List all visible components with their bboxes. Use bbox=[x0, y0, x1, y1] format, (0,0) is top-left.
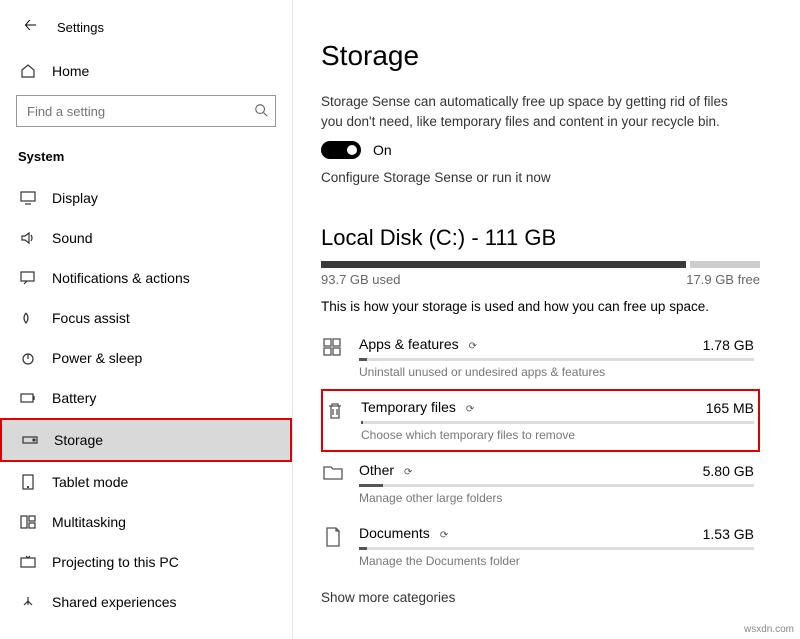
nav-label: Power & sleep bbox=[52, 350, 142, 366]
sidebar-item-focus-assist[interactable]: Focus assist bbox=[0, 298, 292, 338]
multitasking-icon bbox=[20, 515, 36, 529]
focus-icon bbox=[20, 311, 36, 325]
sidebar-item-notifications[interactable]: Notifications & actions bbox=[0, 258, 292, 298]
category-subtitle: Choose which temporary files to remove bbox=[361, 428, 754, 442]
nav-label: Tablet mode bbox=[52, 474, 128, 490]
category-subtitle: Manage the Documents folder bbox=[359, 554, 754, 568]
sidebar-item-storage[interactable]: Storage bbox=[2, 420, 290, 460]
category-name: Apps & features bbox=[359, 336, 459, 352]
trash-icon bbox=[323, 399, 347, 421]
loading-spinner-icon: ⟳ bbox=[466, 404, 474, 415]
documents-icon bbox=[321, 525, 345, 547]
disk-free-label: 17.9 GB free bbox=[686, 272, 760, 287]
category-name: Temporary files bbox=[361, 399, 456, 415]
disk-usage-bar bbox=[321, 261, 760, 268]
loading-spinner-icon: ⟳ bbox=[404, 467, 412, 478]
window-title: Settings bbox=[57, 20, 104, 35]
search-icon bbox=[254, 103, 268, 117]
category-documents[interactable]: Documents ⟳ 1.53 GB Manage the Documents … bbox=[321, 515, 760, 578]
sidebar-item-battery[interactable]: Battery bbox=[0, 378, 292, 418]
sidebar-item-projecting[interactable]: Projecting to this PC bbox=[0, 542, 292, 582]
category-size: 1.78 GB bbox=[703, 337, 754, 353]
show-more-categories-link[interactable]: Show more categories bbox=[321, 590, 455, 605]
category-other[interactable]: Other ⟳ 5.80 GB Manage other large folder… bbox=[321, 452, 760, 515]
main-content: Storage Storage Sense can automatically … bbox=[293, 0, 800, 639]
nav-label: Shared experiences bbox=[52, 594, 177, 610]
nav-label: Sound bbox=[52, 230, 92, 246]
toggle-state-label: On bbox=[373, 142, 392, 158]
configure-storage-sense-link[interactable]: Configure Storage Sense or run it now bbox=[321, 170, 551, 185]
watermark: wsxdn.com bbox=[744, 624, 794, 635]
category-size: 5.80 GB bbox=[703, 463, 754, 479]
sidebar-item-power-sleep[interactable]: Power & sleep bbox=[0, 338, 292, 378]
nav-label: Focus assist bbox=[52, 310, 130, 326]
sidebar: 🡠 Settings Home System Display Sound Not… bbox=[0, 0, 293, 639]
sound-icon bbox=[20, 231, 36, 245]
category-temporary-files[interactable]: Temporary files ⟳ 165 MB Choose which tem… bbox=[321, 389, 760, 452]
disk-title: Local Disk (C:) - 111 GB bbox=[321, 225, 760, 251]
storage-icon bbox=[22, 435, 38, 445]
category-name: Other bbox=[359, 462, 394, 478]
storage-sense-description: Storage Sense can automatically free up … bbox=[321, 92, 751, 131]
sidebar-item-sound[interactable]: Sound bbox=[0, 218, 292, 258]
section-label: System bbox=[0, 141, 292, 178]
folder-icon bbox=[321, 462, 345, 480]
nav-label: Storage bbox=[54, 432, 103, 448]
battery-icon bbox=[20, 393, 36, 403]
projecting-icon bbox=[20, 555, 36, 569]
page-title: Storage bbox=[321, 40, 760, 72]
category-subtitle: Manage other large folders bbox=[359, 491, 754, 505]
disk-used-label: 93.7 GB used bbox=[321, 272, 401, 287]
home-label: Home bbox=[52, 63, 89, 79]
category-size: 165 MB bbox=[706, 400, 754, 416]
category-subtitle: Uninstall unused or undesired apps & fea… bbox=[359, 365, 754, 379]
nav-label: Projecting to this PC bbox=[52, 554, 179, 570]
nav-label: Notifications & actions bbox=[52, 270, 190, 286]
category-name: Documents bbox=[359, 525, 430, 541]
nav-label: Multitasking bbox=[52, 514, 126, 530]
search-input[interactable] bbox=[16, 95, 276, 127]
display-icon bbox=[20, 191, 36, 205]
sidebar-item-multitasking[interactable]: Multitasking bbox=[0, 502, 292, 542]
home-button[interactable]: Home bbox=[0, 51, 292, 91]
shared-icon bbox=[20, 595, 36, 609]
loading-spinner-icon: ⟳ bbox=[440, 530, 448, 541]
sidebar-item-display[interactable]: Display bbox=[0, 178, 292, 218]
power-icon bbox=[20, 351, 36, 365]
apps-icon bbox=[321, 336, 345, 356]
notifications-icon bbox=[20, 271, 36, 285]
back-button[interactable]: 🡠 bbox=[24, 14, 37, 41]
nav-label: Battery bbox=[52, 390, 96, 406]
category-size: 1.53 GB bbox=[703, 526, 754, 542]
nav-label: Display bbox=[52, 190, 98, 206]
sidebar-item-shared-experiences[interactable]: Shared experiences bbox=[0, 582, 292, 622]
home-icon bbox=[20, 63, 36, 79]
tablet-icon bbox=[20, 474, 36, 490]
storage-sense-toggle[interactable] bbox=[321, 141, 361, 159]
loading-spinner-icon: ⟳ bbox=[469, 341, 477, 352]
sidebar-item-tablet-mode[interactable]: Tablet mode bbox=[0, 462, 292, 502]
category-apps-features[interactable]: Apps & features ⟳ 1.78 GB Uninstall unuse… bbox=[321, 326, 760, 389]
disk-description: This is how your storage is used and how… bbox=[321, 299, 760, 314]
